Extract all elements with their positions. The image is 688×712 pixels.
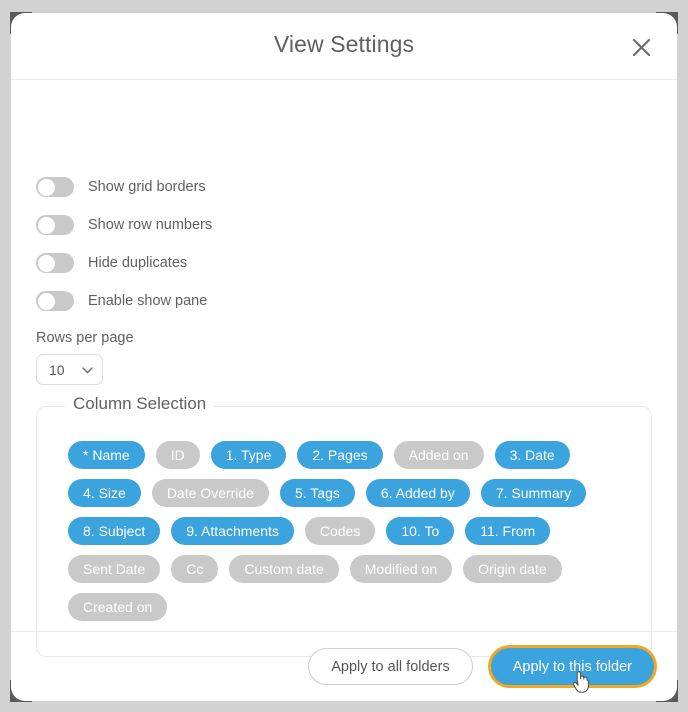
- toggle-label-show-grid-borders: Show grid borders: [88, 179, 206, 195]
- rows-per-page-select[interactable]: 10: [36, 354, 103, 385]
- column-chip-list: * Name ID 1. Type 2. Pages Added on 3. Date 4.…: [68, 441, 637, 621]
- setting-row-enable-show-pane: Enable show pane: [36, 288, 207, 314]
- column-chip[interactable]: 5. Tags: [279, 479, 355, 507]
- close-icon: [632, 38, 651, 57]
- column-chip[interactable]: Added on: [393, 441, 484, 469]
- column-chip[interactable]: Custom date: [229, 555, 339, 583]
- apply-to-all-folders-button[interactable]: Apply to all folders: [308, 648, 473, 685]
- toggle-knob: [38, 178, 55, 196]
- page-title: View Settings: [273, 31, 415, 57]
- column-selection-panel: Column Selection * Name ID 1. Type 2. Pages…: [36, 394, 652, 657]
- column-chip[interactable]: 4. Size: [68, 479, 141, 507]
- column-chip[interactable]: 8. Subject: [68, 517, 161, 545]
- toggle-show-grid-borders[interactable]: [36, 177, 74, 197]
- dialog-header: View Settings: [11, 13, 677, 80]
- column-chip[interactable]: * Name: [68, 441, 145, 469]
- setting-row-show-row-numbers: Show row numbers: [36, 212, 212, 238]
- column-chip[interactable]: 3. Date: [494, 441, 570, 469]
- toggle-hide-duplicates[interactable]: [36, 253, 74, 273]
- toggle-knob: [38, 292, 55, 310]
- column-chip[interactable]: Origin date: [463, 555, 562, 583]
- column-chip[interactable]: ID: [155, 441, 200, 469]
- column-chip[interactable]: 10. To: [386, 517, 455, 545]
- chevron-down-icon: [82, 361, 93, 379]
- column-chip[interactable]: Codes: [304, 517, 376, 545]
- column-chip[interactable]: Modified on: [349, 555, 453, 583]
- toggle-enable-show-pane[interactable]: [36, 291, 74, 311]
- apply-to-this-folder-button[interactable]: Apply to this folder: [490, 648, 654, 685]
- setting-row-show-grid-borders: Show grid borders: [36, 174, 206, 200]
- close-button[interactable]: [625, 31, 657, 63]
- rows-per-page-block: Rows per page 10: [36, 330, 134, 385]
- toggle-label-show-row-numbers: Show row numbers: [88, 217, 213, 233]
- toggle-knob: [38, 216, 55, 234]
- column-chip[interactable]: Date Override: [151, 479, 269, 507]
- column-selection-legend: Column Selection: [65, 394, 215, 414]
- toggle-label-hide-duplicates: Hide duplicates: [88, 255, 188, 271]
- column-chip[interactable]: 7. Summary: [480, 479, 587, 507]
- setting-row-hide-duplicates: Hide duplicates: [36, 250, 187, 276]
- column-chip[interactable]: 6. Added by: [365, 479, 470, 507]
- dialog-footer: Apply to all folders Apply to this folde…: [11, 631, 677, 701]
- column-chip[interactable]: 1. Type: [210, 441, 287, 469]
- column-chip[interactable]: Cc: [171, 555, 219, 583]
- rows-per-page-value: 10: [49, 361, 65, 378]
- column-chip[interactable]: 11. From: [465, 517, 551, 545]
- view-settings-dialog: View Settings Show grid borders Show row…: [11, 13, 677, 701]
- column-chip[interactable]: Created on: [68, 593, 168, 621]
- rows-per-page-label: Rows per page: [36, 330, 134, 346]
- toggle-label-enable-show-pane: Enable show pane: [88, 293, 208, 309]
- dialog-body: Show grid borders Show row numbers Hide …: [11, 80, 677, 657]
- toggle-show-row-numbers[interactable]: [36, 215, 74, 235]
- apply-to-this-folder-wrapper: Apply to this folder: [490, 648, 654, 693]
- toggle-knob: [38, 254, 55, 272]
- column-chip[interactable]: 2. Pages: [297, 441, 383, 469]
- column-chip[interactable]: Sent Date: [68, 555, 161, 583]
- column-chip[interactable]: 9. Attachments: [171, 517, 294, 545]
